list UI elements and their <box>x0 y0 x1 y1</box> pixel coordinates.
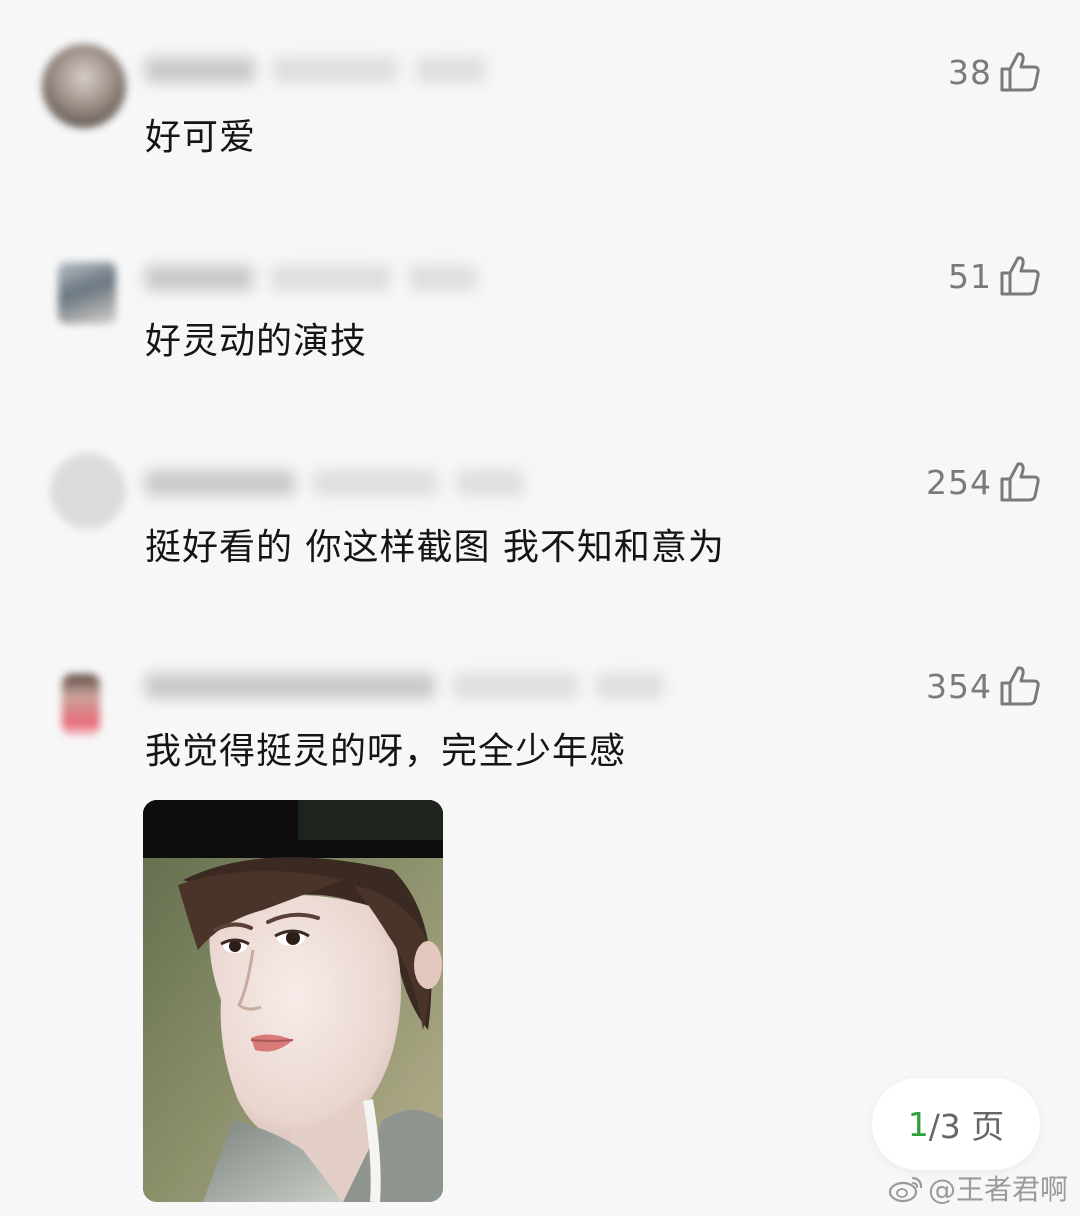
like-button[interactable]: 254 <box>926 458 1042 506</box>
thumbs-up-icon <box>1000 256 1040 296</box>
page-total: /3 页 <box>928 1107 1005 1146</box>
comment-text: 我觉得挺灵的呀，完全少年感 <box>145 731 627 772</box>
like-count: 354 <box>926 666 992 706</box>
comment-image[interactable] <box>143 800 443 1202</box>
comment-meta-blurred <box>145 463 524 503</box>
portrait-illustration <box>143 800 443 1202</box>
avatar[interactable] <box>50 453 126 529</box>
like-button[interactable]: 38 <box>948 48 1042 96</box>
like-count: 51 <box>948 256 992 296</box>
like-count: 38 <box>948 52 992 92</box>
comment-meta-blurred <box>145 666 664 706</box>
thumbs-up-icon <box>1000 666 1040 706</box>
avatar[interactable] <box>62 674 100 736</box>
comment-text: 好可爱 <box>145 117 257 158</box>
page-current: 1 <box>907 1104 929 1144</box>
weibo-logo-icon <box>888 1176 923 1203</box>
comment-meta-blurred <box>145 50 486 90</box>
thumbs-up-icon <box>1000 462 1040 502</box>
page-indicator[interactable]: 1/3 页 <box>872 1078 1040 1170</box>
watermark-text: @王者君啊 <box>927 1173 1068 1206</box>
comment-item: 好灵动的演技 51 <box>0 220 1080 410</box>
comment-item: 挺好看的 你这样截图 我不知和意为 254 <box>0 425 1080 625</box>
watermark: @王者君啊 <box>888 1168 1068 1208</box>
comment-text: 好灵动的演技 <box>145 321 368 362</box>
avatar[interactable] <box>42 44 126 128</box>
comment-meta-blurred <box>145 258 477 298</box>
avatar[interactable] <box>58 262 116 324</box>
comment-item: 好可爱 38 <box>0 0 1080 200</box>
like-button[interactable]: 354 <box>926 662 1042 710</box>
thumbs-up-icon <box>1000 52 1040 92</box>
like-count: 254 <box>926 462 992 502</box>
like-button[interactable]: 51 <box>948 252 1042 300</box>
comment-text: 挺好看的 你这样截图 我不知和意为 <box>145 527 725 568</box>
